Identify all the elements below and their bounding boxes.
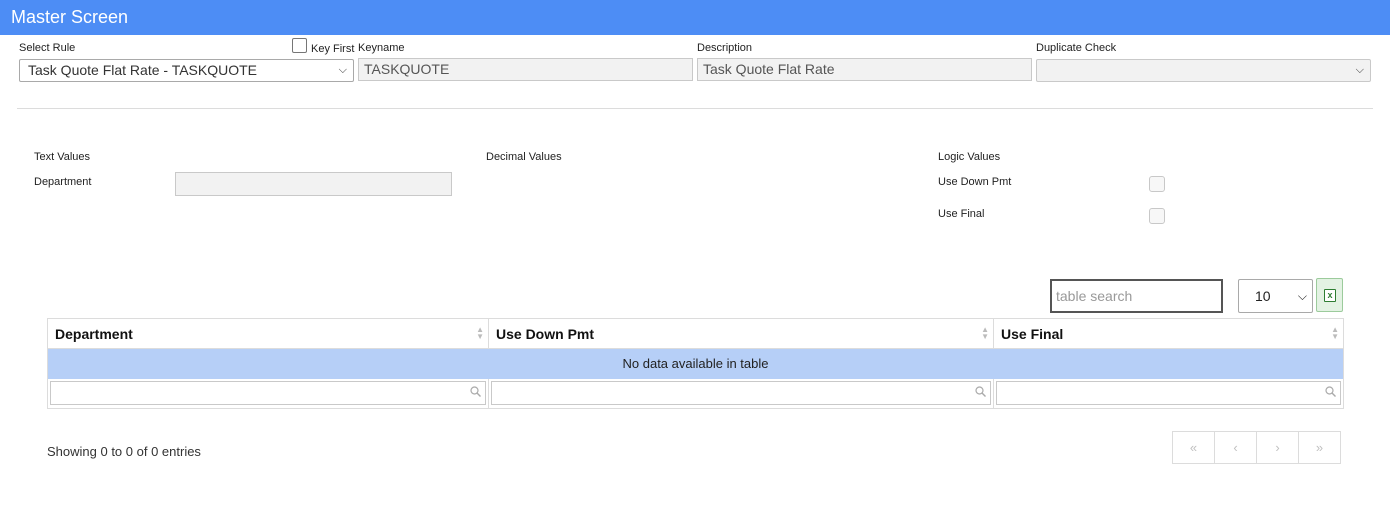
chevron-down-icon: ⌵	[1355, 64, 1364, 76]
chevron-down-icon: ⌵	[1297, 289, 1307, 303]
description-field[interactable]: Task Quote Flat Rate	[697, 58, 1032, 81]
table-info: Showing 0 to 0 of 0 entries	[47, 444, 201, 459]
next-page-button[interactable]: ›	[1256, 431, 1299, 464]
filter-input-use-down-pmt[interactable]	[491, 381, 991, 406]
search-icon	[1325, 386, 1336, 398]
column-header-label: Use Final	[1001, 325, 1064, 342]
page-length-value: 10	[1255, 288, 1271, 304]
keyname-field[interactable]: TASKQUOTE	[358, 58, 693, 81]
filter-input-department[interactable]	[50, 381, 486, 406]
first-page-button[interactable]: «	[1172, 431, 1215, 464]
table-search-input[interactable]	[1056, 281, 1221, 311]
sort-icon: ▲ ▼	[981, 325, 989, 341]
filter-cell-department	[47, 378, 489, 409]
previous-page-button[interactable]: ‹	[1214, 431, 1257, 464]
filter-input-use-final[interactable]	[996, 381, 1341, 406]
section-divider	[17, 108, 1373, 109]
keyname-label: Keyname	[358, 42, 405, 54]
pagination: « ‹ › »	[1172, 431, 1341, 464]
page-length-select[interactable]: 10 ⌵	[1238, 279, 1313, 313]
last-page-button[interactable]: »	[1298, 431, 1341, 464]
text-values-heading: Text Values	[34, 151, 91, 163]
key-first-label: Key First	[311, 43, 355, 55]
filter-cell-use-final	[993, 378, 1344, 409]
chevron-down-icon: ⌵	[338, 64, 347, 76]
use-final-label: Use Final	[938, 208, 985, 220]
use-down-pmt-label: Use Down Pmt	[938, 176, 1012, 188]
column-header-use-final[interactable]: Use Final ▲ ▼	[993, 318, 1344, 349]
column-header-label: Department	[55, 325, 133, 342]
use-down-pmt-checkbox[interactable]	[1149, 176, 1165, 192]
select-rule-value: Task Quote Flat Rate - TASKQUOTE	[28, 62, 257, 78]
search-icon	[975, 386, 986, 398]
duplicate-check-label: Duplicate Check	[1036, 42, 1117, 54]
table-search-box[interactable]	[1050, 279, 1223, 313]
duplicate-check-dropdown[interactable]: ⌵	[1036, 59, 1371, 82]
sort-icon: ▲ ▼	[1331, 325, 1339, 341]
search-icon	[470, 386, 481, 398]
filter-cell-use-down-pmt	[488, 378, 994, 409]
sort-icon: ▲ ▼	[476, 325, 484, 341]
key-first-checkbox[interactable]	[292, 38, 307, 53]
select-rule-label: Select Rule	[19, 42, 76, 54]
data-table: Department ▲ ▼ Use Down Pmt ▲ ▼ Use Final …	[47, 318, 1344, 409]
description-label: Description	[697, 42, 753, 54]
column-header-label: Use Down Pmt	[496, 325, 595, 342]
empty-table-message: No data available in table	[47, 348, 1344, 379]
window-title: Master Screen	[0, 0, 1390, 35]
decimal-values-heading: Decimal Values	[486, 151, 562, 163]
excel-export-button[interactable]: x	[1316, 278, 1343, 312]
select-rule-dropdown[interactable]: Task Quote Flat Rate - TASKQUOTE ⌵	[19, 59, 354, 82]
department-field[interactable]	[175, 172, 452, 196]
column-header-use-down-pmt[interactable]: Use Down Pmt ▲ ▼	[488, 318, 994, 349]
department-label: Department	[34, 176, 92, 188]
use-final-checkbox[interactable]	[1149, 208, 1165, 224]
logic-values-heading: Logic Values	[938, 151, 1001, 163]
column-header-department[interactable]: Department ▲ ▼	[47, 318, 489, 349]
excel-export-icon: x	[1324, 289, 1336, 302]
